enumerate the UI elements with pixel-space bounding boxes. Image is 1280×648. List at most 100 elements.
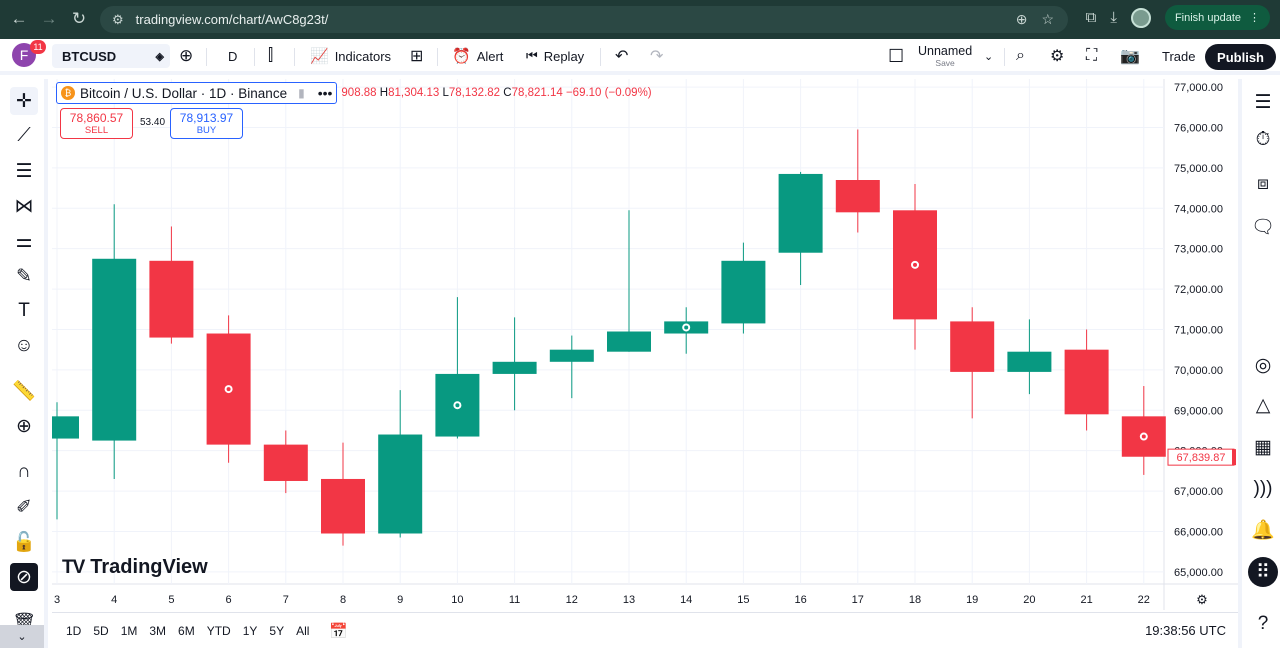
target-icon[interactable]: ◎ bbox=[1248, 350, 1278, 380]
candle-body[interactable] bbox=[263, 444, 308, 481]
layout-name-button[interactable]: Unnamed Save bbox=[918, 44, 972, 68]
flag-icon[interactable]: ▮ bbox=[298, 86, 305, 100]
forward-icon[interactable]: → bbox=[34, 4, 64, 34]
bookmark-star-icon[interactable]: ☆ bbox=[1041, 11, 1054, 28]
calendar-icon[interactable]: ▦ bbox=[1248, 432, 1278, 462]
bitcoin-coin-icon: ₿ bbox=[61, 86, 75, 100]
crosshair-icon[interactable]: ✛ bbox=[10, 87, 38, 115]
candle-body[interactable] bbox=[149, 260, 194, 338]
candlestick-chart[interactable]: 77,000.00 76,000.00 75,000.00 74,000.00 73,0… bbox=[52, 79, 1238, 610]
reload-icon[interactable]: ↻ bbox=[64, 4, 94, 34]
candle-body[interactable] bbox=[52, 416, 79, 439]
symbol-legend-title[interactable]: ₿ Bitcoin / U.S. Dollar · 1D · Binance ▮… bbox=[56, 82, 338, 104]
hide-drawings-icon[interactable]: ⊘ bbox=[10, 563, 38, 591]
candle-body[interactable] bbox=[92, 258, 137, 441]
replay-button[interactable]: ⏮ Replay bbox=[526, 44, 584, 68]
interval-button[interactable]: D bbox=[228, 44, 237, 68]
text-tool-icon[interactable]: T bbox=[10, 297, 38, 325]
select-layout-checkbox-icon[interactable]: ☐ bbox=[888, 44, 904, 68]
address-bar[interactable]: ⚙ tradingview.com/chart/AwC8g23t/ ⊕ ☆ bbox=[100, 6, 1068, 33]
back-icon[interactable]: ← bbox=[4, 4, 34, 34]
timeframe-button[interactable]: YTD bbox=[201, 624, 237, 638]
watermark-text: TradingView bbox=[90, 556, 208, 578]
utc-clock[interactable]: 19:38:56 UTC bbox=[1145, 623, 1226, 638]
symbol-search[interactable]: BTCUSD ◈ bbox=[52, 44, 170, 68]
zoom-in-icon[interactable]: ⊕ bbox=[10, 412, 38, 440]
collapse-chevron-icon[interactable]: ⌄ bbox=[0, 625, 44, 648]
timeframe-button[interactable]: 1D bbox=[60, 624, 87, 638]
x-tick-label: 11 bbox=[509, 594, 520, 606]
chat-icon[interactable]: 🗨 bbox=[1248, 212, 1278, 242]
candle-body[interactable] bbox=[607, 331, 651, 352]
sell-button[interactable]: 78,860.57 SELL bbox=[60, 108, 133, 139]
candle-body[interactable] bbox=[1007, 351, 1052, 372]
layers-icon[interactable]: ⧈ bbox=[1248, 169, 1278, 199]
ruler-icon[interactable]: 📏 bbox=[10, 377, 38, 405]
trend-line-icon[interactable]: ⟋ bbox=[10, 122, 38, 150]
timeframe-button[interactable]: 1Y bbox=[237, 624, 264, 638]
layout-chevron-down-icon[interactable]: ⌄ bbox=[984, 44, 993, 68]
last-price-tick bbox=[1232, 449, 1236, 466]
publish-button[interactable]: Publish bbox=[1205, 44, 1276, 70]
candle-body[interactable] bbox=[950, 321, 995, 372]
snapshot-camera-icon[interactable]: 📷 bbox=[1120, 44, 1140, 68]
timeframe-button[interactable]: All bbox=[290, 624, 315, 638]
emoji-icon[interactable]: ☺ bbox=[10, 332, 38, 360]
streams-icon[interactable]: ))) bbox=[1248, 474, 1278, 504]
brush-icon[interactable]: ✎ bbox=[10, 262, 38, 290]
chart-pane[interactable]: 77,000.00 76,000.00 75,000.00 74,000.00 73,0… bbox=[52, 79, 1238, 610]
trade-button[interactable]: Trade bbox=[1162, 44, 1195, 68]
timeframe-button[interactable]: 1M bbox=[115, 624, 144, 638]
timeframe-button[interactable]: 5Y bbox=[263, 624, 290, 638]
timeframe-button[interactable]: 5D bbox=[87, 624, 114, 638]
undo-icon[interactable]: ↶ bbox=[615, 44, 628, 68]
site-info-icon[interactable]: ⚙ bbox=[112, 12, 124, 28]
more-dots-icon[interactable]: ••• bbox=[318, 85, 333, 101]
date-range-calendar-icon[interactable]: 📅 bbox=[329, 622, 348, 640]
candle-body[interactable] bbox=[1064, 349, 1109, 415]
download-icon[interactable]: ⤓ bbox=[1110, 9, 1117, 26]
fib-retracement-icon[interactable]: ☰ bbox=[10, 157, 38, 185]
indicators-button[interactable]: 📈 Indicators bbox=[310, 44, 391, 68]
bottom-bar: 1D 5D 1M 3M 6M YTD 1Y 5Y All 📅 19:38:56 UTC bbox=[52, 612, 1238, 648]
extensions-icon[interactable]: ⧉ bbox=[1086, 9, 1097, 26]
prediction-icon[interactable]: ⚌ bbox=[10, 227, 38, 255]
help-icon[interactable]: ? bbox=[1248, 609, 1278, 639]
notifications-bell-icon[interactable]: 🔔 bbox=[1248, 515, 1278, 545]
timeframe-button[interactable]: 3M bbox=[143, 624, 172, 638]
quick-search-icon[interactable]: ⌕ bbox=[1016, 44, 1025, 68]
finish-update-button[interactable]: Finish update ⋮ bbox=[1164, 5, 1270, 30]
x-tick-label: 15 bbox=[737, 594, 749, 606]
lock-icon[interactable]: 🔓 bbox=[10, 528, 38, 556]
redo-icon[interactable]: ↷ bbox=[650, 44, 663, 68]
alert-button[interactable]: ⏰ Alert bbox=[452, 44, 503, 68]
candle-body[interactable] bbox=[321, 478, 365, 534]
chart-type-candles-icon[interactable]: ⫿ bbox=[268, 44, 273, 68]
zoom-icon[interactable]: ⊕ bbox=[1016, 11, 1028, 28]
magnet-icon[interactable]: ∩ bbox=[10, 458, 38, 486]
pattern-icon[interactable]: ⋈ bbox=[10, 192, 38, 220]
stay-drawing-icon[interactable]: ✐ bbox=[10, 493, 38, 521]
settings-gear-icon[interactable]: ⚙ bbox=[1050, 44, 1064, 68]
layouts-grid-icon[interactable]: ⊞ bbox=[410, 44, 423, 68]
timeframe-button[interactable]: 6M bbox=[172, 624, 201, 638]
scale-settings-gear-icon[interactable]: ⚙ bbox=[1196, 592, 1208, 607]
watchlist-icon[interactable]: ☰ bbox=[1248, 87, 1278, 117]
ideas-triangle-icon[interactable]: △ bbox=[1248, 390, 1278, 420]
ohlc-values: 908.88 H81,304.13 L78,132.82 C78,821.14 … bbox=[341, 87, 651, 99]
high-label: H bbox=[379, 87, 389, 99]
candle-body[interactable] bbox=[721, 260, 766, 324]
profile-avatar[interactable] bbox=[1130, 7, 1151, 28]
chart-legend: ₿ Bitcoin / U.S. Dollar · 1D · Binance ▮… bbox=[56, 82, 652, 104]
alerts-clock-icon[interactable]: ⏱ bbox=[1248, 125, 1278, 155]
candle-body[interactable] bbox=[549, 349, 594, 362]
buy-button[interactable]: 78,913.97 BUY bbox=[170, 108, 243, 139]
compare-plus-icon[interactable]: ⊕ bbox=[179, 44, 193, 68]
candle-body[interactable] bbox=[778, 173, 823, 253]
last-price-label: 67,839.87 bbox=[1177, 452, 1226, 464]
apps-grid-icon[interactable]: ⠿ bbox=[1248, 557, 1278, 587]
candle-body[interactable] bbox=[492, 361, 537, 374]
fullscreen-icon[interactable]: ⛶ bbox=[1086, 44, 1097, 68]
candle-body[interactable] bbox=[835, 180, 880, 213]
candle-body[interactable] bbox=[378, 434, 423, 534]
